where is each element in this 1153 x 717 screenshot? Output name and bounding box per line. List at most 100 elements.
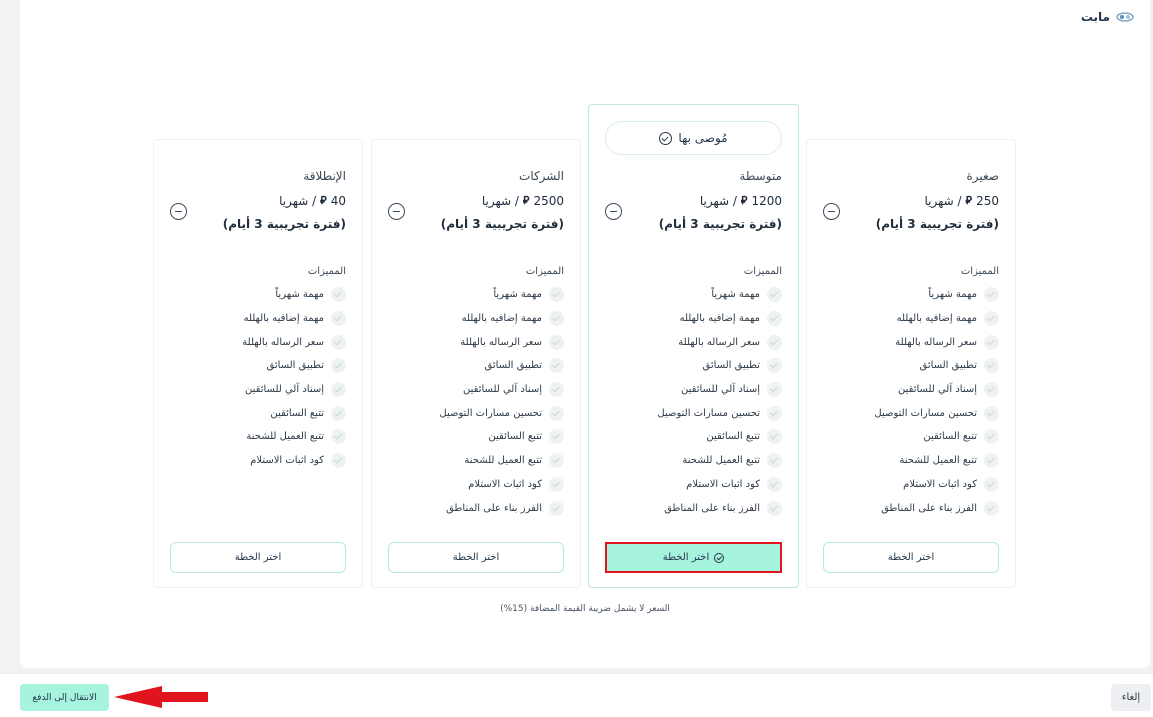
check-icon xyxy=(331,405,346,421)
feature-label: إسناد آلي للسائقين xyxy=(681,384,760,396)
feature-label: كود اثبات الاستلام xyxy=(468,478,542,490)
feature-label: مهمة إضافيه بالهلله xyxy=(896,313,977,325)
check-icon xyxy=(549,476,564,492)
brand-logo-icon xyxy=(1116,11,1134,23)
plan-name: الإنطلاقة xyxy=(303,169,346,183)
features-title: المميزات xyxy=(960,266,999,277)
plan-price: 1200 ⃁ / شهريا xyxy=(700,194,782,208)
feature-item: مهمة شهرياً xyxy=(388,283,564,307)
check-icon xyxy=(549,287,564,303)
price-period: / شهريا xyxy=(279,194,317,208)
feature-label: تحسين مسارات التوصيل xyxy=(874,407,977,419)
feature-label: كود اثبات الاستلام xyxy=(903,478,977,490)
feature-item: إسناد آلي للسائقين xyxy=(823,378,999,402)
check-icon xyxy=(767,405,782,421)
feature-label: مهمة شهرياً xyxy=(928,289,977,301)
check-icon xyxy=(331,358,346,374)
feature-item: الفرز بناء على المناطق xyxy=(388,496,564,520)
plan-card: الإنطلاقة 40 ⃁ / شهريا (فترة تجريبية 3 أي… xyxy=(153,139,363,588)
check-icon xyxy=(549,500,564,516)
riyal-currency-icon: ⃁ xyxy=(320,194,327,207)
check-icon xyxy=(549,453,564,469)
feature-item: سعر الرساله بالهللة xyxy=(388,330,564,354)
brand: مابت xyxy=(1081,10,1134,24)
feature-item: إسناد آلي للسائقين xyxy=(605,378,782,402)
feature-label: تطبيق السائق xyxy=(266,360,324,372)
feature-label: تتبع العميل للشحنة xyxy=(899,455,977,467)
check-icon xyxy=(984,453,999,469)
check-icon xyxy=(331,334,346,350)
choose-plan-button[interactable]: اختر الخطة xyxy=(170,542,346,573)
feature-item: كود اثبات الاستلام xyxy=(170,449,346,473)
check-icon xyxy=(767,382,782,398)
choose-plan-label: اختر الخطة xyxy=(452,552,500,563)
feature-label: إسناد آلي للسائقين xyxy=(898,384,977,396)
check-icon xyxy=(984,358,999,374)
feature-item: مهمة إضافيه بالهلله xyxy=(388,307,564,331)
check-icon xyxy=(549,382,564,398)
feature-label: مهمة شهرياً xyxy=(275,289,324,301)
choose-plan-button[interactable]: اختر الخطة xyxy=(823,542,999,573)
feature-label: إسناد آلي للسائقين xyxy=(463,384,542,396)
choose-plan-button[interactable]: اختر الخطة xyxy=(388,542,564,573)
plan-name: الشركات xyxy=(519,169,564,183)
feature-label: مهمة شهرياً xyxy=(493,289,542,301)
check-icon xyxy=(984,405,999,421)
plan-price: 2500 ⃁ / شهريا xyxy=(482,194,564,208)
choose-plan-label: اختر الخطة xyxy=(662,552,710,563)
price-period: / شهريا xyxy=(481,194,519,208)
feature-item: سعر الرساله بالهللة xyxy=(170,330,346,354)
check-icon xyxy=(549,358,564,374)
feature-label: الفرز بناء على المناطق xyxy=(881,502,977,514)
feature-item: تطبيق السائق xyxy=(823,354,999,378)
feature-label: سعر الرساله بالهللة xyxy=(895,336,977,348)
check-icon xyxy=(984,334,999,350)
feature-item: سعر الرساله بالهللة xyxy=(605,330,782,354)
feature-label: الفرز بناء على المناطق xyxy=(664,502,760,514)
feature-item: تحسين مسارات التوصيل xyxy=(388,401,564,425)
plan-trial: (فترة تجريبية 3 أيام) xyxy=(222,217,346,231)
check-icon xyxy=(984,287,999,303)
feature-label: الفرز بناء على المناطق xyxy=(446,502,542,514)
feature-label: مهمة إضافيه بالهلله xyxy=(679,313,760,325)
choose-plan-button[interactable]: اختر الخطة xyxy=(605,542,782,573)
feature-item: تتبع السائقين xyxy=(170,401,346,425)
feature-item: مهمة شهرياً xyxy=(605,283,782,307)
check-icon xyxy=(767,334,782,350)
feature-item: مهمة شهرياً xyxy=(170,283,346,307)
proceed-to-payment-button[interactable]: الانتقال إلى الدفع xyxy=(20,684,109,711)
collapse-minus-icon[interactable] xyxy=(605,203,622,220)
check-icon xyxy=(767,476,782,492)
feature-item: تحسين مسارات التوصيل xyxy=(605,401,782,425)
check-circle-icon xyxy=(714,552,725,563)
feature-item: كود اثبات الاستلام xyxy=(605,473,782,497)
price-value: 2500 xyxy=(533,194,564,208)
feature-item: تتبع السائقين xyxy=(823,425,999,449)
check-icon xyxy=(549,429,564,445)
feature-item: كود اثبات الاستلام xyxy=(823,473,999,497)
feature-item: تطبيق السائق xyxy=(388,354,564,378)
feature-item: مهمة إضافيه بالهلله xyxy=(605,307,782,331)
feature-label: تحسين مسارات التوصيل xyxy=(657,407,760,419)
feature-item: الفرز بناء على المناطق xyxy=(823,496,999,520)
features-title: المميزات xyxy=(525,266,564,277)
plan-name: صغيرة xyxy=(966,169,999,183)
cancel-button[interactable]: إلغاء xyxy=(1111,684,1151,711)
choose-plan-label: اختر الخطة xyxy=(234,552,282,563)
plan-card: صغيرة 250 ⃁ / شهريا (فترة تجريبية 3 أيام)… xyxy=(806,139,1016,588)
collapse-minus-icon[interactable] xyxy=(170,203,187,220)
feature-item: تتبع السائقين xyxy=(605,425,782,449)
collapse-minus-icon[interactable] xyxy=(388,203,405,220)
check-icon xyxy=(767,453,782,469)
check-icon xyxy=(331,453,346,469)
feature-label: سعر الرساله بالهللة xyxy=(678,336,760,348)
check-icon xyxy=(331,311,346,327)
plan-trial: (فترة تجريبية 3 أيام) xyxy=(440,217,564,231)
feature-label: تتبع السائقين xyxy=(706,431,760,443)
price-value: 40 xyxy=(330,194,346,208)
collapse-minus-icon[interactable] xyxy=(823,203,840,220)
price-period: / شهريا xyxy=(699,194,737,208)
check-icon xyxy=(767,287,782,303)
price-value: 1200 xyxy=(751,194,782,208)
feature-item: إسناد آلي للسائقين xyxy=(388,378,564,402)
